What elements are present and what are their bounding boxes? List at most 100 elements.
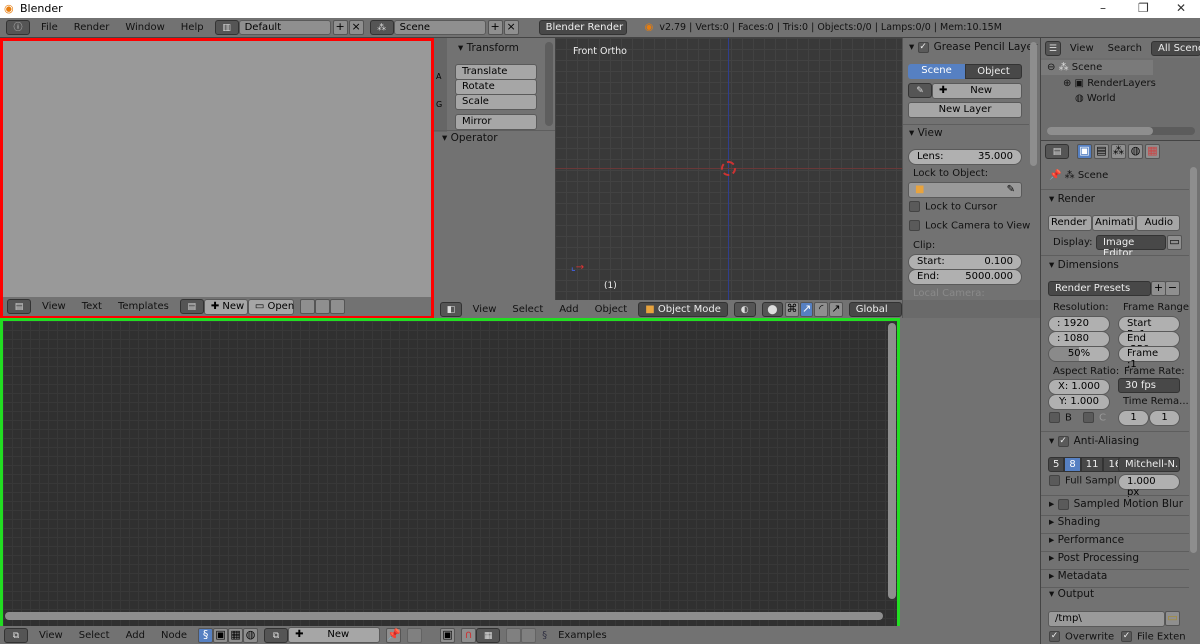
open-text-button[interactable]: ▭ Open: [247, 298, 294, 315]
outliner-item-world[interactable]: ◍ World: [1075, 93, 1116, 104]
text-editor[interactable]: ▤ View Text Templates ▤ ✚ New ▭ Open: [0, 38, 434, 319]
backdrop-icon[interactable]: ▣: [440, 627, 456, 643]
animation-button[interactable]: Animati: [1092, 215, 1136, 231]
metadata-header[interactable]: ▸ Metadata: [1049, 570, 1107, 582]
layout-icon[interactable]: ▥: [214, 20, 239, 35]
outliner-hscrollbar[interactable]: [1047, 127, 1195, 135]
resolution-x-field[interactable]: : 1920 px: [1048, 316, 1110, 340]
post-processing-header[interactable]: ▸ Post Processing: [1049, 552, 1139, 564]
compositing-nodes-icon[interactable]: ▣: [213, 627, 229, 643]
tool-shelf-scrollbar[interactable]: [545, 42, 553, 126]
end-frame-field[interactable]: End :250: [1118, 331, 1180, 355]
resolution-percent-slider[interactable]: 50%: [1048, 346, 1110, 362]
new-text-button[interactable]: ✚ New: [203, 298, 248, 315]
texture-tab-icon[interactable]: ▦: [1145, 143, 1160, 159]
outliner-item-scene[interactable]: ⊖ ⁂ Scene: [1047, 62, 1102, 73]
audio-button[interactable]: Audio: [1136, 215, 1180, 231]
lock-camera-checkbox[interactable]: Lock Camera to View: [909, 220, 1030, 232]
frame-step-field[interactable]: Frame :1: [1118, 346, 1180, 370]
render-panel-header[interactable]: ▾ Render: [1049, 193, 1095, 205]
aa-samples-5[interactable]: 5: [1048, 457, 1065, 472]
remove-preset-button[interactable]: −: [1165, 281, 1180, 296]
snap-element-icon[interactable]: ▦: [476, 627, 501, 643]
line-numbers-toggle[interactable]: [299, 299, 315, 314]
add-scene-button[interactable]: +: [487, 20, 503, 35]
menu-object[interactable]: Object: [590, 304, 633, 315]
minimize-button[interactable]: –: [1100, 1, 1106, 15]
render-engine-select[interactable]: Blender Render: [538, 20, 627, 35]
render-layers-tab-icon[interactable]: ▤: [1094, 143, 1109, 159]
outliner-item-renderlayers[interactable]: ⊕ ▣ RenderLayers: [1063, 78, 1156, 89]
display-window-icon[interactable]: ▭: [1167, 235, 1182, 250]
shader-nodes-icon[interactable]: §: [198, 627, 214, 643]
maximize-button[interactable]: ❐: [1138, 1, 1149, 15]
menu-view[interactable]: View: [37, 301, 71, 312]
aa-filter-select[interactable]: Mitchell-N...: [1118, 457, 1180, 472]
node-tree-icon[interactable]: ⧉: [264, 627, 289, 643]
grease-pencil-header[interactable]: ▾ ✓ Grease Pencil Layer: [909, 41, 1037, 53]
time-remap-old-field[interactable]: 1: [1118, 410, 1149, 426]
pivot-point-icon[interactable]: ⬤: [761, 301, 784, 317]
scene-tab[interactable]: Scene: [908, 64, 965, 79]
editor-type-icon[interactable]: ⧉: [4, 627, 28, 643]
remove-layout-button[interactable]: ×: [348, 20, 364, 35]
full-sample-checkbox[interactable]: Full Sampl: [1049, 475, 1117, 487]
menu-view[interactable]: View: [468, 304, 502, 315]
menu-view[interactable]: View: [34, 630, 68, 641]
resolution-y-field[interactable]: : 1080 px: [1048, 331, 1110, 355]
render-tab-icon[interactable]: ▣: [1077, 143, 1092, 159]
add-preset-button[interactable]: +: [1151, 281, 1166, 296]
performance-header[interactable]: ▸ Performance: [1049, 534, 1124, 546]
copy-nodes-icon[interactable]: [506, 627, 522, 643]
menu-file[interactable]: File: [36, 22, 63, 33]
menu-select[interactable]: Select: [507, 304, 548, 315]
overwrite-checkbox[interactable]: ✓ Overwrite: [1049, 631, 1114, 643]
border-checkbox[interactable]: B: [1049, 412, 1072, 424]
info-editor-type-icon[interactable]: ⓘ: [6, 20, 30, 35]
remove-scene-button[interactable]: ×: [503, 20, 519, 35]
menu-node[interactable]: Node: [156, 630, 192, 641]
crop-checkbox[interactable]: C: [1083, 412, 1106, 424]
node-editor-hscrollbar[interactable]: [5, 612, 883, 620]
display-select[interactable]: Image Editor: [1096, 235, 1166, 259]
output-path-field[interactable]: /tmp\: [1048, 611, 1165, 627]
menu-render[interactable]: Render: [69, 22, 115, 33]
clip-start-field[interactable]: Start: 0.100: [908, 254, 1022, 270]
new-node-tree-button[interactable]: ✚ New: [288, 627, 381, 643]
clip-end-field[interactable]: End: 5000.000: [908, 269, 1022, 285]
parent-node-tree-icon[interactable]: [407, 627, 423, 643]
orientation-select[interactable]: Global: [848, 301, 903, 317]
mirror-button[interactable]: Mirror: [455, 114, 537, 130]
editor-type-icon[interactable]: ▤: [7, 299, 31, 314]
filter-size-field[interactable]: 1.000 px: [1118, 474, 1180, 498]
tab-g[interactable]: G: [436, 100, 442, 109]
pencil-icon[interactable]: ✎: [908, 83, 932, 98]
scene-icon[interactable]: ⁂: [369, 20, 394, 35]
translate-manipulator-icon[interactable]: ↗: [799, 301, 814, 317]
menu-help[interactable]: Help: [176, 22, 209, 33]
n-panel-scrollbar[interactable]: [1030, 42, 1037, 166]
viewport-shading-icon[interactable]: ◐: [733, 301, 756, 317]
start-frame-field[interactable]: Start Fr:1: [1118, 316, 1180, 340]
translate-button[interactable]: Translate: [455, 64, 537, 80]
aspect-y-field[interactable]: Y: 1.000: [1048, 394, 1110, 410]
fps-select[interactable]: 30 fps: [1118, 378, 1180, 393]
menu-templates[interactable]: Templates: [113, 301, 174, 312]
lock-object-field[interactable]: ■ ✎: [908, 182, 1022, 198]
snap-magnet-icon[interactable]: ∩: [461, 627, 477, 643]
scale-button[interactable]: Scale: [455, 94, 537, 110]
shading-header[interactable]: ▸ Shading: [1049, 516, 1100, 528]
display-mode-select[interactable]: All Scenes: [1151, 40, 1200, 56]
menu-view[interactable]: View: [1065, 43, 1099, 54]
tab-a[interactable]: A: [436, 72, 441, 81]
editor-type-icon[interactable]: ◧: [440, 301, 462, 317]
view-header[interactable]: ▾ View: [909, 127, 943, 139]
menu-window[interactable]: Window: [120, 22, 169, 33]
lock-cursor-checkbox[interactable]: Lock to Cursor: [909, 201, 997, 213]
layout-select[interactable]: Default: [238, 20, 331, 35]
text-datablock-icon[interactable]: ▤: [179, 299, 204, 314]
operator-header[interactable]: ▾ Operator: [442, 132, 498, 144]
aa-samples-11[interactable]: 11: [1080, 457, 1104, 472]
paste-nodes-icon[interactable]: [521, 627, 537, 643]
render-presets-select[interactable]: Render Presets: [1048, 281, 1151, 296]
